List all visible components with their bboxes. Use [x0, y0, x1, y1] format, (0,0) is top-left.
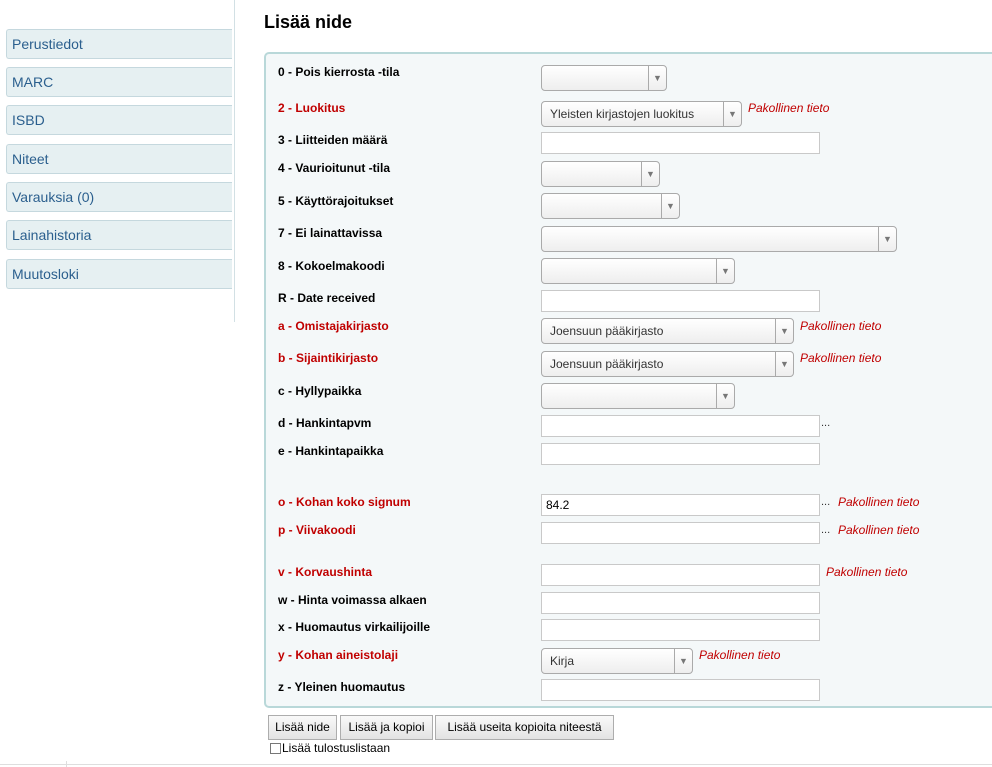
holding-library-select[interactable]: Joensuun pääkirjasto ▼	[541, 351, 794, 377]
field-label-4: 4 - Vaurioitunut -tila	[278, 161, 391, 175]
dropdown-arrow-icon: ▼	[775, 319, 793, 343]
dropdown-arrow-icon: ▼	[723, 102, 741, 126]
field-label-5: 5 - Käyttörajoitukset	[278, 194, 394, 208]
date-picker-link[interactable]: ...	[821, 417, 830, 429]
dropdown-arrow-icon: ▼	[878, 227, 896, 251]
field-label-b: b - Sijaintikirjasto	[278, 351, 379, 365]
required-note: Pakollinen tieto	[838, 495, 920, 509]
nav-item-varauksia[interactable]: Varauksia (0)	[6, 182, 232, 212]
barcode-input[interactable]	[541, 522, 820, 544]
field-label-w: w - Hinta voimassa alkaen	[278, 593, 427, 607]
nav-item-niteet[interactable]: Niteet	[6, 144, 232, 174]
nav-item-muutosloki[interactable]: Muutosloki	[6, 259, 232, 289]
print-list-checkbox[interactable]	[270, 743, 281, 754]
dropdown-arrow-icon: ▼	[775, 352, 793, 376]
price-effective-date-input[interactable]	[541, 592, 820, 614]
field-label-r: R - Date received	[278, 291, 376, 305]
attachments-count-input[interactable]	[541, 132, 820, 154]
dropdown-arrow-icon: ▼	[674, 649, 692, 673]
nav-item-marc[interactable]: MARC	[6, 67, 232, 97]
field-label-7: 7 - Ei lainattavissa	[278, 226, 383, 240]
field-label-3: 3 - Liitteiden määrä	[278, 133, 388, 147]
field-label-e: e - Hankintapaikka	[278, 444, 384, 458]
page-title: Lisää nide	[264, 12, 353, 32]
select-value: Kirja	[550, 654, 575, 668]
required-note: Pakollinen tieto	[800, 351, 882, 365]
acquisition-source-input[interactable]	[541, 443, 820, 465]
field-label-x: x - Huomautus virkailijoille	[278, 620, 431, 634]
field-label-2: 2 - Luokitus	[278, 101, 346, 115]
nav-item-lainahistoria[interactable]: Lainahistoria	[6, 220, 232, 250]
field-label-z: z - Yleinen huomautus	[278, 680, 406, 694]
print-list-label: Lisää tulostuslistaan	[282, 741, 391, 755]
classification-select[interactable]: Yleisten kirjastojen luokitus ▼	[541, 101, 742, 127]
footer-divider	[0, 764, 992, 765]
select-value: Yleisten kirjastojen luokitus	[550, 107, 695, 121]
required-note: Pakollinen tieto	[748, 101, 830, 115]
add-item-button[interactable]: Lisää nide	[268, 715, 337, 740]
not-for-loan-select[interactable]: ▼	[541, 226, 897, 252]
required-note: Pakollinen tieto	[826, 565, 908, 579]
home-library-select[interactable]: Joensuun pääkirjasto ▼	[541, 318, 794, 344]
field-label-0: 0 - Pois kierrosta -tila	[278, 65, 400, 79]
side-navigation: Perustiedot MARC ISBD Niteet Varauksia (…	[0, 0, 235, 322]
dropdown-arrow-icon: ▼	[661, 194, 679, 218]
date-received-input[interactable]	[541, 290, 820, 312]
plugin-link[interactable]: ...	[821, 496, 830, 508]
replacement-price-input[interactable]	[541, 564, 820, 586]
field-label-8: 8 - Kokoelmakoodi	[278, 259, 385, 273]
dropdown-arrow-icon: ▼	[716, 384, 734, 408]
collection-code-select[interactable]: ▼	[541, 258, 735, 284]
field-label-y: y - Kohan aineistolaji	[278, 648, 399, 662]
use-restrictions-select[interactable]: ▼	[541, 193, 680, 219]
item-type-select[interactable]: Kirja ▼	[541, 648, 693, 674]
field-label-d: d - Hankintapvm	[278, 416, 372, 430]
dropdown-arrow-icon: ▼	[648, 66, 666, 90]
footer-divider-tick	[66, 761, 67, 767]
add-multiple-copies-button[interactable]: Lisää useita kopioita niteestä	[435, 715, 614, 740]
staff-note-input[interactable]	[541, 619, 820, 641]
required-note: Pakollinen tieto	[699, 648, 781, 662]
damaged-select[interactable]: ▼	[541, 161, 660, 187]
dropdown-arrow-icon: ▼	[716, 259, 734, 283]
shelving-location-select[interactable]: ▼	[541, 383, 735, 409]
field-label-p: p - Viivakoodi	[278, 523, 356, 537]
plugin-link[interactable]: ...	[821, 524, 830, 536]
dropdown-arrow-icon: ▼	[641, 162, 659, 186]
select-value: Joensuun pääkirjasto	[550, 324, 664, 338]
required-note: Pakollinen tieto	[838, 523, 920, 537]
select-value: Joensuun pääkirjasto	[550, 357, 664, 371]
field-label-o: o - Kohan koko signum	[278, 495, 411, 509]
required-note: Pakollinen tieto	[800, 319, 882, 333]
acquisition-date-input[interactable]	[541, 415, 820, 437]
field-label-a: a - Omistajakirjasto	[278, 319, 389, 333]
call-number-input[interactable]	[541, 494, 820, 516]
nav-item-perustiedot[interactable]: Perustiedot	[6, 29, 232, 59]
add-and-duplicate-button[interactable]: Lisää ja kopioi	[340, 715, 433, 740]
field-label-c: c - Hyllypaikka	[278, 384, 362, 398]
public-note-input[interactable]	[541, 679, 820, 701]
nav-item-isbd[interactable]: ISBD	[6, 105, 232, 135]
field-label-v: v - Korvaushinta	[278, 565, 373, 579]
withdrawn-select[interactable]: ▼	[541, 65, 667, 91]
